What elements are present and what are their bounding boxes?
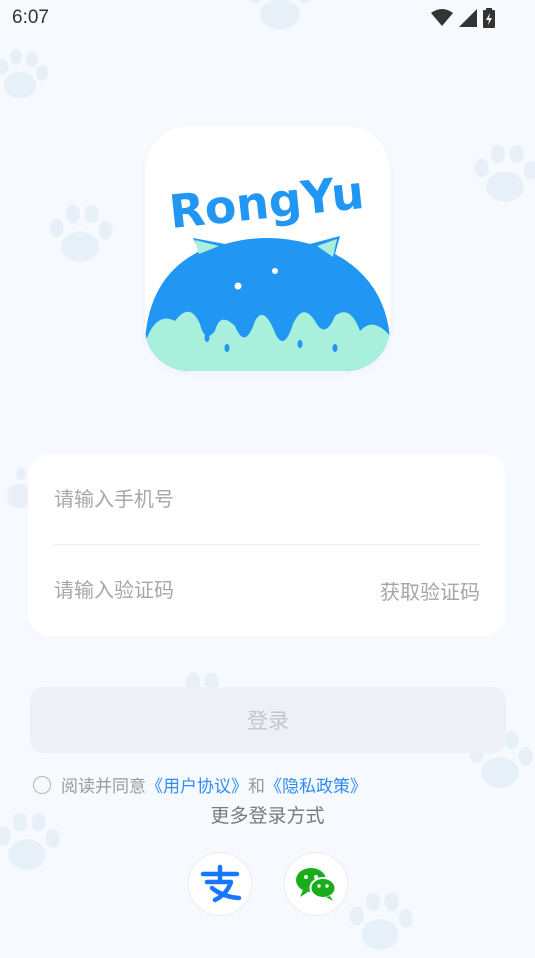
- wifi-icon: [431, 9, 453, 26]
- signal-icon: [459, 9, 477, 27]
- user-agreement-link[interactable]: 《用户协议》: [146, 772, 248, 797]
- status-time: 6:07: [12, 7, 49, 28]
- alipay-icon: [200, 864, 242, 903]
- status-bar: 6:07: [0, 0, 535, 36]
- login-form-card: 获取验证码: [28, 454, 506, 636]
- agreement-row: 阅读并同意 《用户协议》 和 《隐私政策》: [33, 772, 367, 797]
- privacy-policy-link[interactable]: 《隐私政策》: [265, 772, 367, 797]
- verification-code-input[interactable]: [54, 578, 380, 602]
- rongyu-mascot-logo: RongYu: [145, 165, 390, 371]
- more-login-label: 更多登录方式: [210, 805, 325, 827]
- login-button[interactable]: 登录: [30, 687, 506, 753]
- agreement-prefix: 阅读并同意: [61, 777, 146, 797]
- paw-decoration-icon: [474, 144, 535, 202]
- status-icons: [431, 8, 495, 28]
- code-field-row: 获取验证码: [54, 545, 480, 635]
- get-code-button[interactable]: 获取验证码: [380, 576, 480, 605]
- agreement-checkbox[interactable]: [33, 775, 51, 794]
- paw-decoration-icon: [0, 49, 48, 98]
- logo-brand-text: RongYu: [167, 165, 367, 239]
- app-logo: RongYu: [145, 126, 390, 371]
- wechat-icon: [296, 868, 337, 901]
- paw-decoration-icon: [49, 204, 113, 262]
- battery-icon: [483, 8, 495, 28]
- phone-input[interactable]: [54, 487, 480, 511]
- paw-decoration-icon: [349, 892, 413, 950]
- phone-field-row: [54, 454, 480, 545]
- agreement-and: 和: [248, 777, 265, 797]
- alipay-login-button[interactable]: [188, 852, 252, 916]
- wechat-login-button[interactable]: [284, 852, 348, 916]
